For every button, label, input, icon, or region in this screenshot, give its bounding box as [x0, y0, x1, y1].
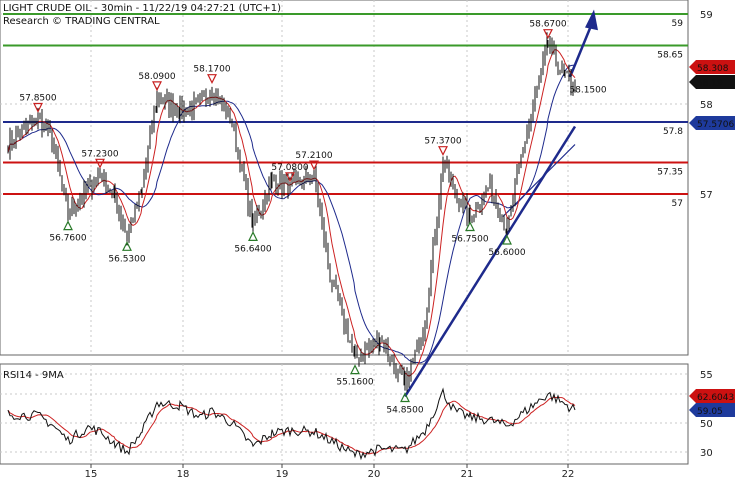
price-badge-label: 59.05	[697, 407, 723, 417]
chart-canvas: 59 58.65 57.8 57.35 57 57.8500 57.2300 58.0900…	[0, 0, 735, 480]
price-axis-tick: 57	[700, 190, 713, 201]
price-badge-label: 58.19	[697, 79, 723, 89]
level-label: 57.35	[657, 168, 683, 178]
swing-low-label: 56.5300	[108, 254, 145, 264]
price-panel-frame	[0, 0, 689, 356]
swing-high-label: 57.2300	[81, 149, 118, 159]
swing-high-label: 57.0800	[271, 163, 308, 173]
swing-low-label: 56.6000	[488, 248, 525, 258]
swing-high-label: 57.8500	[19, 94, 56, 104]
level-label: 58.65	[657, 51, 683, 61]
rsi-axis-tick: 30	[700, 448, 713, 459]
price-badge-label: 58.308	[697, 64, 729, 74]
price-axis-tick: 58	[700, 100, 713, 111]
price-badge-label: 62.6043	[697, 393, 734, 403]
swing-high-label: 57.2100	[295, 151, 332, 161]
swing-high-label: 58.6700	[529, 20, 566, 30]
swing-low-label: 54.8500	[386, 406, 423, 416]
rsi-title: RSI14 - 9MA	[3, 370, 64, 381]
price-badges: 58.308 58.19 57.5706 62.6043 59.05	[689, 60, 735, 417]
swing-low-label: 56.7500	[451, 235, 488, 245]
level-label: 59	[672, 19, 684, 29]
swing-low-label: 55.1600	[336, 378, 373, 388]
x-axis-tick: 20	[368, 469, 381, 480]
swing-high-label: 58.0900	[138, 72, 175, 82]
pivot-value-label: 58.1500	[569, 86, 606, 96]
swing-high-label: 57.3700	[424, 137, 461, 147]
swing-low-label: 56.7600	[49, 234, 86, 244]
x-axis-tick: 18	[177, 469, 190, 480]
swing-low-label: 56.6400	[234, 244, 271, 254]
x-axis-tick: 21	[461, 469, 474, 480]
chart-subtitle: Research © TRADING CENTRAL	[3, 16, 160, 27]
price-badge-label: 57.5706	[697, 120, 734, 130]
price-axis-tick: 59	[700, 10, 713, 21]
price-axis-tick: 55	[700, 370, 713, 381]
chart-title: LIGHT CRUDE OIL - 30min - 11/22/19 04:27…	[3, 3, 281, 14]
level-label: 57	[672, 199, 683, 209]
swing-high-label: 58.1700	[193, 65, 230, 75]
x-axis-tick: 22	[562, 469, 575, 480]
x-axis-tick: 15	[85, 469, 98, 480]
rsi-axis-tick: 50	[700, 419, 713, 430]
level-label: 57.8	[663, 127, 683, 137]
x-axis-tick: 19	[276, 469, 289, 480]
